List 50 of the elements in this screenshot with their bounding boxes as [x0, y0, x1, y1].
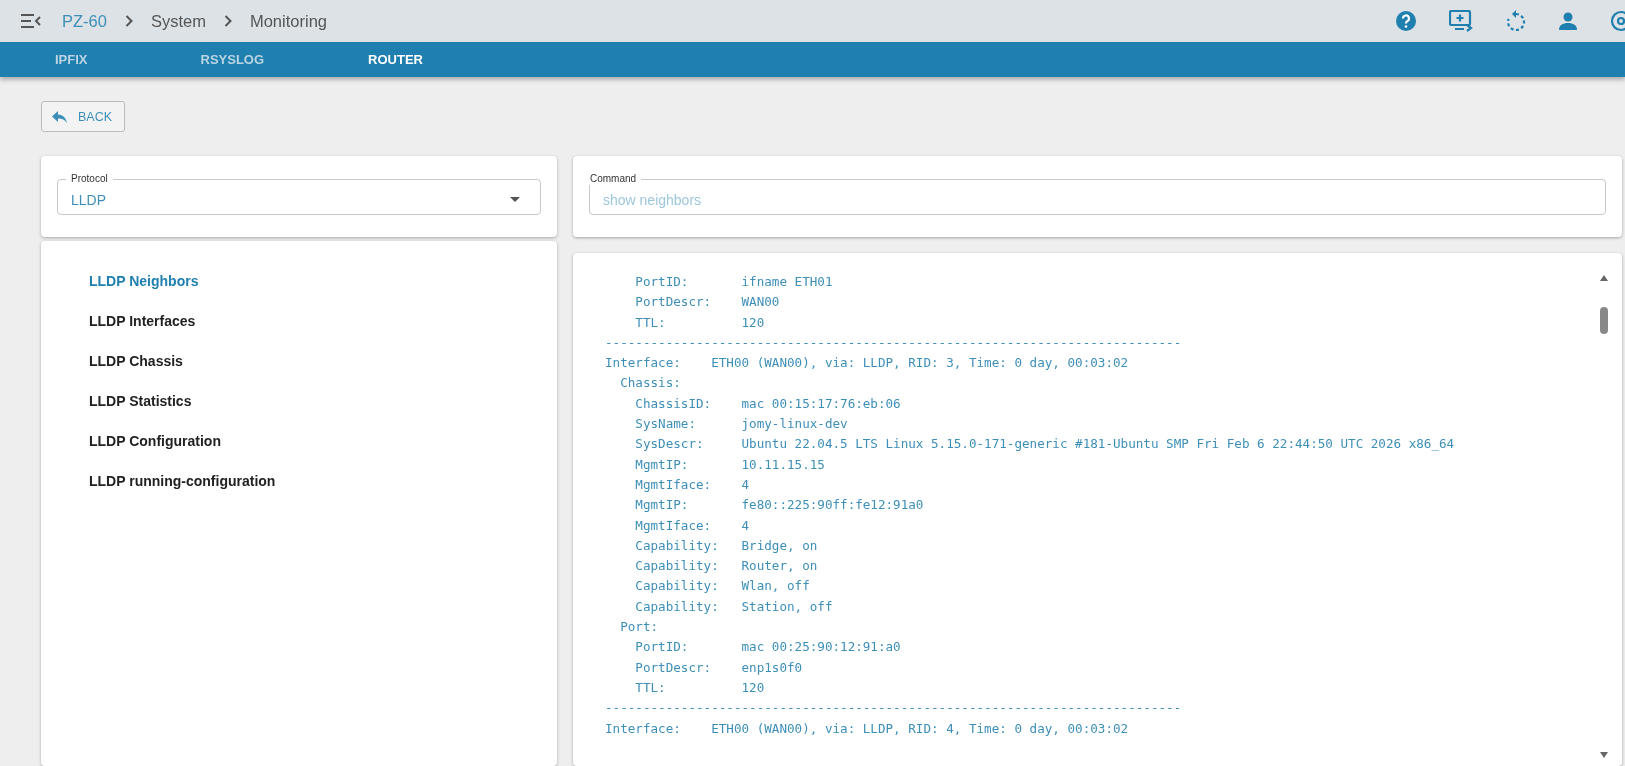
- breadcrumb-item: System: [150, 11, 206, 31]
- chevron-right-icon: [124, 15, 133, 27]
- output-line: MgmtIP: fe80::225:90ff:fe12:91a0: [634, 496, 924, 515]
- menu-item[interactable]: LLDP running-configuration: [89, 469, 276, 509]
- output-line: MgmtIP: 10.11.15.15: [634, 455, 825, 474]
- scrollbar-thumb[interactable]: [1600, 307, 1608, 334]
- output-line: SysName: jomy-linux-dev: [634, 415, 848, 434]
- scroll-up-icon[interactable]: [1600, 275, 1608, 281]
- output-line: PortDescr: WAN00: [634, 293, 780, 312]
- field-label: Command: [589, 173, 638, 185]
- output-line: PortDescr: enp1s0f0: [634, 658, 803, 677]
- output-line: Interface: ETH00 (WAN00), via: LLDP, RID: 4, Time: 0 day, 00:03:02: [605, 719, 1129, 738]
- output-line: PortID: mac 00:25:90:12:91:a0: [634, 638, 901, 657]
- menu-item[interactable]: LLDP Configuration: [89, 429, 221, 469]
- dropdown-caret-icon: [510, 197, 520, 202]
- command-field[interactable]: Command show neighbors: [589, 173, 1606, 215]
- output-line: Capability: Router, on: [634, 557, 818, 576]
- output-line: Capability: Wlan, off: [634, 577, 810, 596]
- command-input[interactable]: show neighbors: [590, 183, 1605, 216]
- menu-item[interactable]: LLDP Statistics: [89, 389, 192, 429]
- menu-item[interactable]: LLDP Neighbors: [89, 269, 199, 309]
- tab[interactable]: ROUTER: [368, 42, 423, 77]
- output-line: SysDescr: Ubuntu 22.04.5 LTS Linux 5.15.0-171-generic #181-Ubuntu SMP Fri Feb 6 22:44:50 UTC 2026 x86_64: [634, 435, 1455, 454]
- output-line: MgmtIface: 4: [634, 475, 750, 494]
- select-value: LLDP: [71, 191, 107, 208]
- field-label: Protocol: [70, 173, 109, 185]
- output-line: Chassis:: [619, 374, 681, 393]
- output-line: Capability: Station, off: [634, 597, 833, 616]
- output-line: PortID: ifname ETH01: [634, 273, 833, 291]
- breadcrumb-item: Monitoring: [249, 11, 327, 31]
- output-line: Port:: [619, 618, 659, 637]
- reply-arrow-icon: [52, 110, 67, 123]
- chevron-right-icon: [223, 15, 232, 27]
- output-line: MgmtIface: 4: [634, 516, 750, 535]
- output-line: ----------------------------------------------------------------------------: [605, 333, 1182, 352]
- user-icon[interactable]: [1558, 11, 1578, 31]
- protocol-select[interactable]: Protocol LLDP: [57, 173, 541, 215]
- menu-item[interactable]: LLDP Interfaces: [89, 309, 196, 349]
- screen-add-icon[interactable]: [1449, 10, 1474, 32]
- output-line: Capability: Bridge, on: [634, 536, 818, 555]
- menu-icon[interactable]: [20, 13, 42, 29]
- menu-item[interactable]: LLDP Chassis: [89, 349, 183, 389]
- output-line: TTL: 120: [634, 313, 765, 332]
- output-line: ----------------------------------------------------------------------------: [605, 699, 1182, 718]
- scroll-down-icon[interactable]: [1600, 752, 1608, 758]
- help-icon[interactable]: [1395, 10, 1417, 32]
- output-line: TTL: 120: [634, 678, 765, 697]
- rotate-icon[interactable]: [1506, 10, 1526, 32]
- output-line: ChassisID: mac 00:15:17:76:eb:06: [634, 394, 901, 413]
- output-line: Interface: ETH00 (WAN00), via: LLDP, RID: 3, Time: 0 day, 00:03:02: [605, 354, 1129, 373]
